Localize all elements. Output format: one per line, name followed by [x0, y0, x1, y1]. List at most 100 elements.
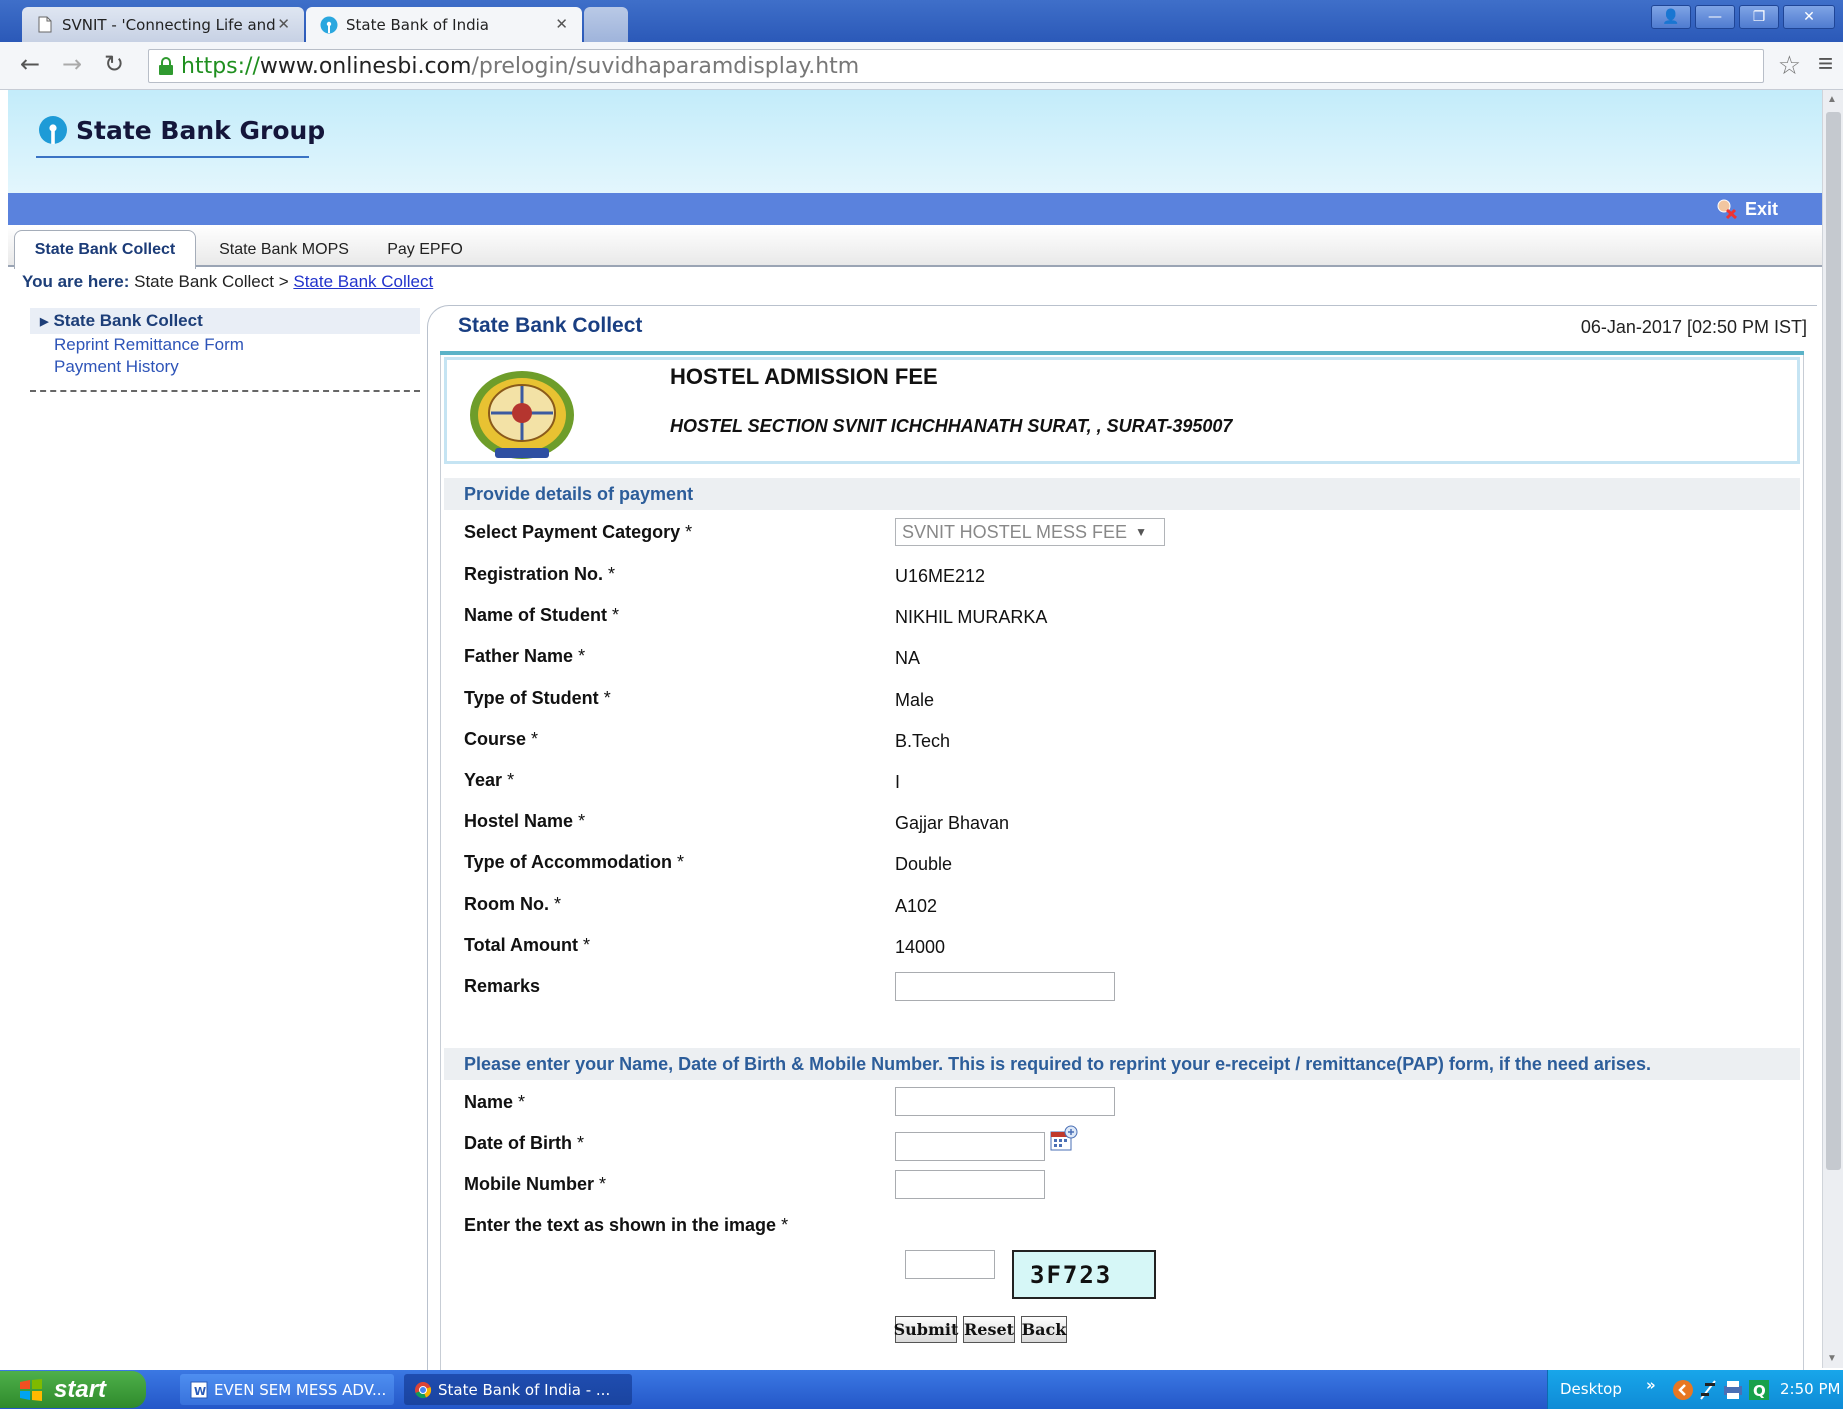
media-icon[interactable]	[1672, 1379, 1694, 1401]
calendar-icon[interactable]	[1049, 1124, 1079, 1152]
field-value: Male	[895, 690, 935, 710]
field-label: Father Name *	[464, 646, 586, 666]
start-button[interactable]: start	[0, 1371, 146, 1408]
browser-tab-sbi[interactable]: State Bank of India ✕	[306, 7, 582, 42]
scrollbar-thumb[interactable]	[1826, 112, 1841, 1170]
system-tray: Desktop » Q 2:50 PM	[1547, 1370, 1843, 1409]
scroll-down-icon[interactable]: ▼	[1827, 1353, 1837, 1364]
field-label: Room No. *	[464, 894, 562, 914]
mobile-input[interactable]	[895, 1170, 1045, 1199]
chrome-icon	[415, 1381, 432, 1398]
sbi-logo-icon	[320, 16, 338, 34]
new-tab-button[interactable]	[584, 7, 628, 42]
breadcrumb-part: State Bank Collect >	[134, 272, 289, 291]
personal-section-heading: Please enter your Name, Date of Birth & …	[444, 1048, 1800, 1080]
field-value: 14000	[895, 937, 946, 957]
field-value: I	[895, 772, 901, 792]
back-arrow-icon[interactable]: ←	[20, 50, 40, 78]
window-controls: 👤 — ❐ ✕	[1651, 5, 1835, 29]
scroll-up-icon[interactable]: ▲	[1827, 94, 1837, 105]
dob-input[interactable]	[895, 1132, 1045, 1161]
browser-tab-title: State Bank of India	[346, 15, 489, 34]
word-document-icon: W	[190, 1381, 208, 1398]
remarks-input[interactable]	[895, 972, 1115, 1001]
captcha-image: 3F723	[1012, 1250, 1156, 1299]
field-value: U16ME212	[895, 566, 986, 586]
field-label: Year *	[464, 770, 515, 790]
menu-icon[interactable]: ≡	[1818, 48, 1833, 79]
quick-heal-icon[interactable]: Q	[1748, 1379, 1770, 1401]
user-icon[interactable]: 👤	[1651, 5, 1691, 29]
left-nav-current[interactable]: ▶ State Bank Collect	[30, 308, 420, 334]
windows-taskbar: start W EVEN SEM MESS ADV... State Bank …	[0, 1370, 1843, 1409]
url-scheme: https://	[181, 53, 260, 79]
exit-button[interactable]: Exit	[1715, 198, 1778, 220]
reset-button[interactable]: Reset	[963, 1316, 1015, 1343]
tab-pay-epfo[interactable]: Pay EPFO	[370, 233, 480, 267]
windows-logo-icon	[20, 1378, 42, 1401]
close-icon[interactable]: ✕	[277, 15, 290, 33]
forward-arrow-icon[interactable]: →	[62, 50, 82, 78]
minimize-icon[interactable]: —	[1695, 5, 1735, 29]
document-icon	[36, 16, 54, 34]
field-value: NA	[895, 648, 921, 668]
network-icon[interactable]	[1698, 1379, 1718, 1401]
browser-tab-title: SVNIT - 'Connecting Life and	[62, 15, 276, 34]
chevron-down-icon: ▼	[1135, 525, 1147, 539]
desktop-toolbar-label[interactable]: Desktop	[1560, 1380, 1622, 1398]
taskbar-item-label: State Bank of India - ...	[438, 1380, 611, 1399]
divider	[30, 390, 420, 392]
left-nav: ▶ State Bank Collect Reprint Remittance …	[30, 308, 420, 392]
clock: 2:50 PM	[1780, 1380, 1841, 1398]
site-header: State Bank Group	[8, 90, 1822, 193]
svg-text:Q: Q	[1753, 1382, 1766, 1400]
left-nav-current-label: State Bank Collect	[53, 311, 203, 330]
page-scrollbar[interactable]: ▲ ▼	[1822, 90, 1843, 1368]
submit-button[interactable]: Submit	[894, 1316, 958, 1343]
taskbar-item-browser[interactable]: State Bank of India - ...	[404, 1374, 632, 1405]
field-value: B.Tech	[895, 731, 951, 751]
field-label: Registration No. *	[464, 564, 616, 584]
field-label: Course *	[464, 729, 539, 749]
printer-icon[interactable]	[1722, 1379, 1744, 1401]
close-icon[interactable]: ✕	[555, 15, 568, 33]
institution-box: HOSTEL ADMISSION FEE HOSTEL SECTION SVNI…	[444, 357, 1800, 464]
field-value: NIKHIL MURARKA	[895, 607, 1048, 627]
reload-icon[interactable]: ↻	[104, 50, 124, 78]
captcha-input[interactable]	[905, 1250, 995, 1279]
site-logo[interactable]: State Bank Group	[38, 115, 325, 145]
restore-icon[interactable]: ❐	[1739, 5, 1779, 29]
left-nav-payment-history-link[interactable]: Payment History	[30, 356, 420, 378]
product-tabs: State Bank Collect State Bank MOPS Pay E…	[8, 225, 1822, 269]
payment-category-value: SVNIT HOSTEL MESS FEE	[902, 521, 1128, 542]
url-host: www.onlinesbi.com	[259, 53, 472, 79]
url-path: /prelogin/suvidhaparamdisplay.htm	[471, 53, 860, 79]
chevron-right-icon[interactable]: »	[1646, 1376, 1656, 1394]
logo-text: State Bank Group	[76, 115, 326, 145]
window-close-icon[interactable]: ✕	[1783, 5, 1835, 29]
tab-state-bank-collect[interactable]: State Bank Collect	[14, 230, 196, 269]
back-button[interactable]: Back	[1021, 1316, 1067, 1343]
triangle-right-icon: ▶	[40, 315, 49, 328]
name-input[interactable]	[895, 1087, 1115, 1116]
left-nav-reprint-link[interactable]: Reprint Remittance Form	[30, 334, 420, 356]
bookmark-star-icon[interactable]: ☆	[1778, 50, 1801, 81]
breadcrumb-link[interactable]: State Bank Collect	[293, 272, 433, 291]
taskbar-item-word[interactable]: W EVEN SEM MESS ADV...	[180, 1374, 394, 1405]
lock-icon	[159, 57, 173, 75]
tab-state-bank-mops[interactable]: State Bank MOPS	[204, 233, 364, 267]
svg-text:W: W	[194, 1385, 206, 1398]
payment-category-select[interactable]: SVNIT HOSTEL MESS FEE ▼	[895, 518, 1165, 546]
taskbar-item-label: EVEN SEM MESS ADV...	[214, 1380, 387, 1399]
exit-icon	[1717, 199, 1737, 220]
institution-name: HOSTEL ADMISSION FEE	[670, 364, 938, 389]
category-label: Select Payment Category *	[464, 522, 693, 542]
browser-tab-svnit[interactable]: SVNIT - 'Connecting Life and ✕	[22, 7, 304, 42]
browser-tab-bar: SVNIT - 'Connecting Life and ✕ State Ban…	[0, 0, 1843, 42]
field-label: Hostel Name *	[464, 811, 586, 831]
mobile-label: Mobile Number *	[464, 1174, 607, 1194]
start-label: start	[54, 1375, 107, 1403]
field-label: Total Amount *	[464, 935, 591, 955]
remarks-label: Remarks	[464, 976, 541, 996]
address-bar[interactable]: https://www.onlinesbi.com/prelogin/suvid…	[148, 49, 1764, 83]
